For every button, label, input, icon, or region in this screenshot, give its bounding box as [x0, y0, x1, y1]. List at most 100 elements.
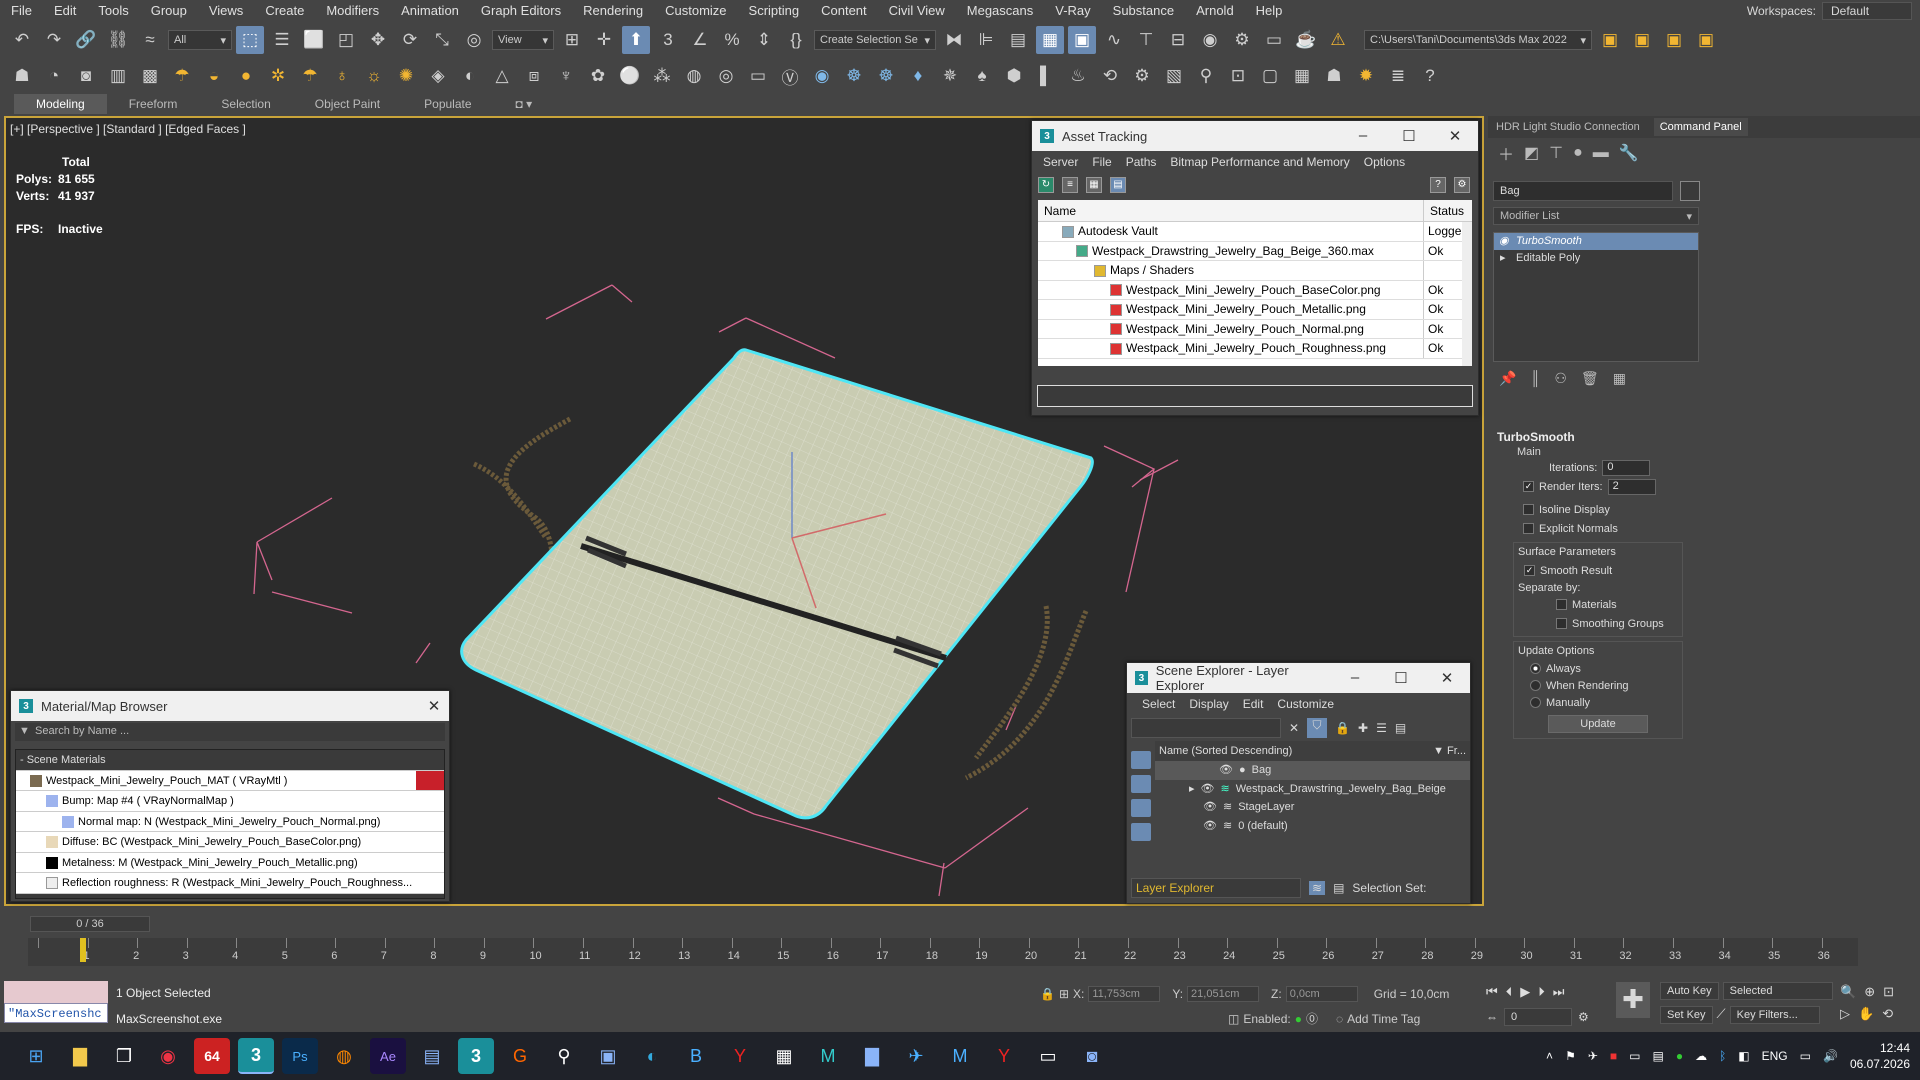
turbosmooth-rollout-title[interactable]: TurboSmooth — [1493, 428, 1689, 446]
arnold-light-icon[interactable]: ♦ — [904, 62, 932, 90]
utilities-tab-icon[interactable]: 🔧 — [1619, 143, 1639, 163]
list-view-icon[interactable]: ≡ — [1062, 177, 1078, 193]
selection-filter-dropdown[interactable]: All ▾ — [168, 30, 232, 50]
arnold-render-icon[interactable]: ☸ — [840, 62, 868, 90]
field-of-view-icon[interactable]: ▷ — [1840, 1006, 1850, 1022]
material-search-input[interactable]: ▼ Search by Name ... — [15, 723, 445, 741]
ambient-light-icon[interactable]: ✺ — [392, 62, 420, 90]
current-frame-marker[interactable] — [80, 938, 86, 962]
chevron-down-icon[interactable]: ▼ — [19, 725, 30, 737]
previous-frame-icon[interactable]: ⏴ — [1506, 984, 1513, 1000]
move-icon[interactable]: ✥ — [364, 26, 392, 54]
ribbon-tab-freeform[interactable]: Freeform — [107, 94, 200, 114]
asset-menu-options[interactable]: Options — [1357, 155, 1412, 169]
eye-icon[interactable]: 👁 — [1201, 780, 1215, 798]
window-crossing-icon[interactable]: ◰ — [332, 26, 360, 54]
material-row[interactable]: Diffuse: BC (Westpack_Mini_Jewelry_Pouch… — [16, 832, 444, 853]
y-coordinate-field[interactable]: 21,051cm — [1187, 986, 1260, 1002]
project-path-dropdown[interactable]: C:\Users\Tani\Documents\3ds Max 2022 ▾ — [1364, 30, 1592, 50]
select-by-name-icon[interactable]: ☰ — [268, 26, 296, 54]
3ds-max-alt-icon[interactable]: 3 — [458, 1038, 494, 1074]
explicit-normals-checkbox[interactable] — [1523, 523, 1534, 534]
proxy-icon[interactable]: ◈ — [424, 62, 452, 90]
project-save-icon[interactable]: ▣ — [1660, 26, 1688, 54]
align-icon[interactable]: ⊫ — [972, 26, 1000, 54]
unlink-icon[interactable]: ⛓ — [104, 26, 132, 54]
asset-row[interactable]: Westpack_Mini_Jewelry_Pouch_BaseColor.pn… — [1038, 280, 1472, 300]
material-row[interactable]: Normal map: N (Westpack_Mini_Jewelry_Pou… — [16, 811, 444, 832]
workspaces-dropdown[interactable]: Default — [1822, 2, 1912, 20]
undo-icon[interactable]: ↶ — [8, 26, 36, 54]
material-ball-icon[interactable]: ⚪ — [616, 62, 644, 90]
maximize-icon[interactable]: ☐ — [1378, 669, 1424, 687]
scene-explorer-icon[interactable]: ▦ — [1036, 26, 1064, 54]
display-geometry-icon[interactable] — [1131, 751, 1151, 769]
key-filters-button[interactable]: Key Filters... — [1729, 1006, 1820, 1024]
asset-row[interactable]: Westpack_Mini_Jewelry_Pouch_Normal.png Ok — [1038, 319, 1472, 339]
motion-tab-icon[interactable]: ● — [1573, 144, 1583, 162]
menu-megascans[interactable]: Megascans — [956, 0, 1044, 22]
next-frame-icon[interactable]: ⏵ — [1538, 984, 1545, 1000]
asset-col-name[interactable]: Name — [1038, 200, 1424, 221]
menu-views[interactable]: Views — [198, 0, 254, 22]
blender-icon[interactable]: ◍ — [326, 1038, 362, 1074]
tray-network-icon[interactable]: ▤ — [1652, 1049, 1663, 1063]
settings-icon[interactable]: ⚙ — [1454, 177, 1470, 193]
eye-icon[interactable]: 👁 — [1219, 761, 1233, 779]
clear-search-icon[interactable]: ✕ — [1289, 721, 1299, 735]
isolate-icon[interactable]: ⓪ — [1306, 1010, 1318, 1027]
yandex-browser-icon[interactable]: Y — [986, 1038, 1022, 1074]
sphere-icon[interactable]: ◔ — [40, 62, 68, 90]
tray-nvidia-icon[interactable]: ● — [1676, 1049, 1683, 1063]
stack-item-turbosmooth[interactable]: ◉ TurboSmooth — [1494, 233, 1698, 250]
asset-row[interactable]: Autodesk Vault Logge — [1038, 222, 1472, 242]
bucket-icon[interactable]: ◙ — [72, 62, 100, 90]
help-icon[interactable]: ? — [1430, 177, 1446, 193]
asset-row[interactable]: Westpack_Drawstring_Jewelry_Bag_Beige_36… — [1038, 241, 1472, 261]
absolute-mode-icon[interactable]: ⊞ — [1059, 987, 1069, 1001]
arnold-box-icon[interactable]: ⊡ — [1224, 62, 1252, 90]
set-key-button[interactable]: Set Key — [1660, 1006, 1713, 1024]
isoline-display-checkbox[interactable] — [1523, 504, 1534, 515]
volume-icon[interactable]: 🔊 — [1823, 1049, 1838, 1063]
smoothing-groups-checkbox[interactable] — [1556, 618, 1567, 629]
layer-explorer-icon[interactable]: ▤ — [1004, 26, 1032, 54]
stack-item-editable-poly[interactable]: ▸ Editable Poly — [1494, 250, 1698, 267]
maxscript-listener[interactable]: "MaxScreenshc — [4, 981, 108, 1025]
spinner-snap-icon[interactable]: ⇕ — [750, 26, 778, 54]
vray-icon[interactable]: Ⓥ — [776, 62, 804, 90]
calculator-icon[interactable]: ▦ — [766, 1038, 802, 1074]
selection-lock-icon[interactable]: 🔒 — [1040, 987, 1055, 1001]
hierarchy-tab-icon[interactable]: ⊤ — [1549, 143, 1563, 163]
scene-row-layer[interactable]: ▸ 👁 ≋ Westpack_Drawstring_Jewelry_Bag_Beige — [1155, 780, 1470, 799]
arnold-grid-icon[interactable]: ▦ — [1288, 62, 1316, 90]
menu-graph-editors[interactable]: Graph Editors — [470, 0, 572, 22]
select-manipulate-icon[interactable]: ✛ — [590, 26, 618, 54]
mesh-light-icon[interactable]: ✲ — [264, 62, 292, 90]
time-config-icon[interactable]: ⚙ — [1578, 1010, 1589, 1024]
set-key-big-icon[interactable]: ✚ — [1616, 982, 1650, 1018]
scene-menu-select[interactable]: Select — [1135, 697, 1182, 711]
iterations-spinner[interactable]: 0 — [1602, 459, 1651, 476]
schematic-view-icon[interactable]: ⊟ — [1164, 26, 1192, 54]
rotate-icon[interactable]: ⟳ — [396, 26, 424, 54]
maximize-icon[interactable]: ☐ — [1386, 127, 1432, 145]
modifier-list-dropdown[interactable]: Modifier List ▾ — [1493, 207, 1699, 225]
reference-coordinate-dropdown[interactable]: View ▾ — [492, 30, 554, 50]
clock[interactable]: 12:44 06.07.2026 — [1850, 1040, 1910, 1072]
rectangle-selection-icon[interactable]: ⬜ — [300, 26, 328, 54]
file-explorer-icon[interactable]: ▇ — [62, 1038, 98, 1074]
filter-icon[interactable]: ⛉ — [1307, 718, 1328, 738]
warning-icon[interactable]: ⚠ — [1324, 26, 1352, 54]
lens-icon[interactable]: ◎ — [712, 62, 740, 90]
pivot-center-icon[interactable]: ⊞ — [558, 26, 586, 54]
go-to-end-icon[interactable]: ⏭ — [1553, 984, 1565, 1000]
dope-sheet-icon[interactable]: ⊤ — [1132, 26, 1160, 54]
create-tab-icon[interactable]: ＋ — [1498, 141, 1514, 165]
curve-editor-icon[interactable]: ∿ — [1100, 26, 1128, 54]
arnold-sun-icon[interactable]: ✵ — [936, 62, 964, 90]
material-row[interactable]: Metalness: M (Westpack_Mini_Jewelry_Pouc… — [16, 852, 444, 873]
arnold-cycle-icon[interactable]: ⟲ — [1096, 62, 1124, 90]
show-end-result-icon[interactable]: ║ — [1530, 370, 1540, 392]
explorer-type-dropdown[interactable]: Layer Explorer — [1131, 878, 1301, 898]
